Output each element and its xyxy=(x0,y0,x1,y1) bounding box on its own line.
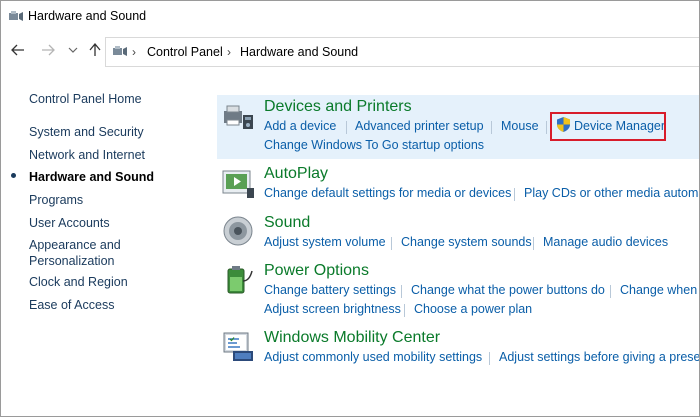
link-separator xyxy=(546,121,547,134)
link-separator xyxy=(404,304,405,317)
sidebar-item-system-and-security[interactable]: System and Security xyxy=(29,124,144,140)
address-bar[interactable]: › Control Panel › Hardware and Sound xyxy=(105,37,699,67)
title-bar: Hardware and Sound xyxy=(1,1,699,32)
windows-mobility-center-title[interactable]: Windows Mobility Center xyxy=(264,329,440,347)
sidebar-item-hardware-and-sound: Hardware and Sound xyxy=(29,170,155,184)
hardware-sound-icon xyxy=(113,46,127,56)
change-sleep-settings-link[interactable]: Change when the computer sleeps xyxy=(620,283,699,297)
adjust-mobility-settings-link[interactable]: Adjust commonly used mobility settings xyxy=(264,350,482,364)
sidebar-item-programs[interactable]: Programs xyxy=(29,192,83,208)
sound-title[interactable]: Sound xyxy=(264,214,310,232)
link-separator xyxy=(489,352,490,365)
current-location-bullet xyxy=(11,173,16,178)
change-power-buttons-link[interactable]: Change what the power buttons do xyxy=(411,283,605,297)
navigation-bar: › Control Panel › Hardware and Sound xyxy=(1,32,699,72)
link-separator xyxy=(391,237,392,250)
sidebar-item-appearance-and-personalization[interactable]: Appearance and Personalization xyxy=(29,237,139,269)
change-system-sounds-link[interactable]: Change system sounds xyxy=(401,235,532,249)
devices-and-printers-title[interactable]: Devices and Printers xyxy=(264,98,412,116)
link-separator xyxy=(514,188,515,201)
link-separator xyxy=(491,121,492,134)
choose-power-plan-link[interactable]: Choose a power plan xyxy=(414,302,532,316)
printer-devices-icon xyxy=(224,105,253,129)
chevron-down-icon xyxy=(68,47,78,53)
autoplay-title[interactable]: AutoPlay xyxy=(264,165,328,183)
up-button[interactable] xyxy=(87,42,103,58)
manage-audio-devices-link[interactable]: Manage audio devices xyxy=(543,235,668,249)
sidebar-item-clock-and-region[interactable]: Clock and Region xyxy=(29,274,128,290)
sidebar-item-control-panel-home[interactable]: Control Panel Home xyxy=(29,91,142,107)
sidebar-item-network-and-internet[interactable]: Network and Internet xyxy=(29,147,145,163)
back-button[interactable] xyxy=(10,42,26,58)
forward-button[interactable] xyxy=(40,42,56,58)
presentation-settings-link[interactable]: Adjust settings before giving a presenta… xyxy=(499,350,699,364)
play-cds-automatically-link[interactable]: Play CDs or other media automatically xyxy=(524,186,699,200)
hardware-sound-icon xyxy=(9,11,23,21)
mobility-center-icon xyxy=(223,332,253,361)
advanced-printer-setup-link[interactable]: Advanced printer setup xyxy=(355,119,484,133)
link-separator xyxy=(401,285,402,298)
adjust-system-volume-link[interactable]: Adjust system volume xyxy=(264,235,386,249)
link-separator xyxy=(610,285,611,298)
device-manager-highlight-box xyxy=(550,112,666,141)
change-battery-settings-link[interactable]: Change battery settings xyxy=(264,283,396,297)
recent-locations-button[interactable] xyxy=(65,42,81,58)
link-separator xyxy=(346,121,347,134)
chevron-right-icon: › xyxy=(132,45,136,59)
change-default-media-settings-link[interactable]: Change default settings for media or dev… xyxy=(264,186,511,200)
link-separator xyxy=(533,237,534,250)
back-arrow-icon xyxy=(11,44,24,56)
forward-arrow-icon xyxy=(42,44,55,56)
battery-power-icon xyxy=(227,266,253,294)
add-a-device-link[interactable]: Add a device xyxy=(264,119,336,133)
control-panel-window: Hardware and Sound › Control Panel › Har… xyxy=(0,0,700,417)
autoplay-icon xyxy=(222,170,254,198)
up-arrow-icon xyxy=(89,43,101,56)
window-title: Hardware and Sound xyxy=(28,9,147,23)
sidebar-item-ease-of-access[interactable]: Ease of Access xyxy=(29,297,114,313)
power-options-title[interactable]: Power Options xyxy=(264,262,369,280)
speaker-icon xyxy=(223,216,253,246)
mouse-link[interactable]: Mouse xyxy=(501,119,539,133)
breadcrumb-control-panel[interactable]: Control Panel xyxy=(147,45,223,59)
adjust-screen-brightness-link[interactable]: Adjust screen brightness xyxy=(264,302,401,316)
breadcrumb-hardware-and-sound[interactable]: Hardware and Sound xyxy=(240,45,358,59)
chevron-right-icon: › xyxy=(227,45,231,59)
change-windows-to-go-link[interactable]: Change Windows To Go startup options xyxy=(264,138,484,152)
sidebar-item-user-accounts[interactable]: User Accounts xyxy=(29,215,110,231)
